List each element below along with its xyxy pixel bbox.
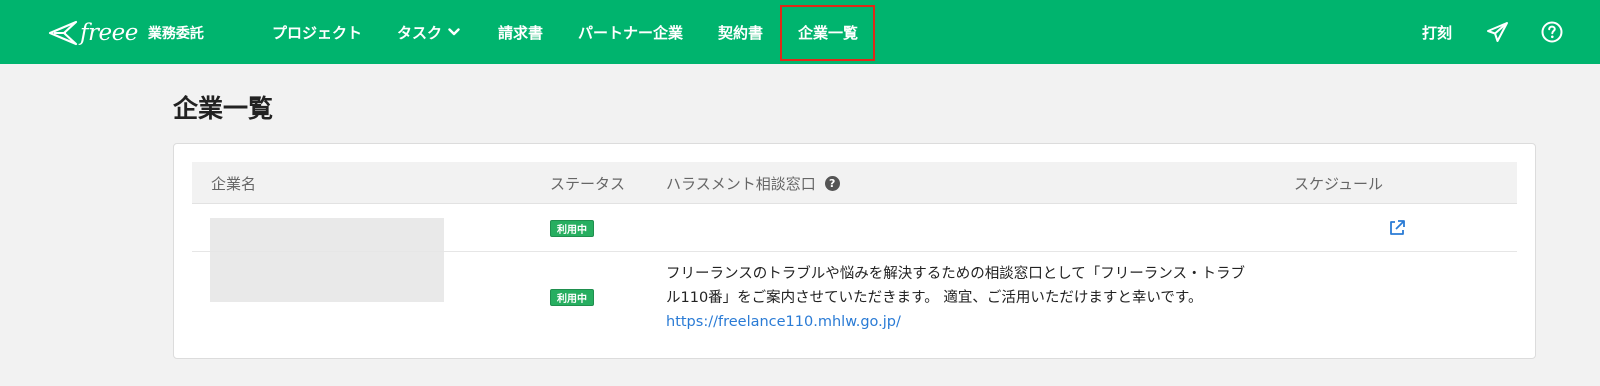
companies-table-card: 企業名 ステータス ハラスメント相談窓口 ? スケジュール 利用中 利用中 フリ… — [173, 143, 1536, 359]
status-badge: 利用中 — [550, 289, 594, 306]
column-header-company: 企業名 — [211, 174, 257, 193]
question-circle-icon — [1541, 21, 1563, 43]
paper-plane-icon — [1487, 22, 1508, 42]
nav-item-partners[interactable]: パートナー企業 — [578, 0, 683, 64]
active-nav-highlight — [780, 5, 875, 61]
page-title: 企業一覧 — [173, 94, 274, 123]
nav-item-tasks[interactable]: タスク — [397, 0, 460, 64]
nav-item-label: プロジェクト — [272, 23, 363, 42]
column-header-schedule: スケジュール — [1294, 174, 1383, 193]
top-navigation-bar: freee 業務委託 プロジェクト タスク 請求書 パートナー企業 契約書 企業… — [0, 0, 1600, 64]
nav-item-label: タスク — [397, 23, 443, 42]
chevron-down-icon — [448, 28, 460, 36]
external-link-icon[interactable] — [1387, 218, 1407, 238]
nav-item-invoices[interactable]: 請求書 — [498, 0, 543, 64]
column-header-status: ステータス — [550, 174, 626, 193]
help-button[interactable] — [1540, 0, 1564, 64]
column-header-harassment: ハラスメント相談窓口 ? — [666, 162, 840, 204]
send-button[interactable] — [1486, 0, 1510, 64]
question-circle-icon[interactable]: ? — [824, 175, 840, 191]
harassment-consultation-text: フリーランスのトラブルや悩みを解決するための相談窓口として「フリーランス・トラブ… — [666, 262, 1286, 334]
punch-clock-label: 打刻 — [1422, 23, 1453, 42]
nav-item-label: 請求書 — [498, 23, 544, 42]
nav-item-contracts[interactable]: 契約書 — [718, 0, 763, 64]
redacted-company-name — [210, 218, 444, 302]
table-header: 企業名 ステータス ハラスメント相談窓口 ? スケジュール — [192, 162, 1517, 204]
bird-logo-icon — [48, 20, 78, 46]
harassment-text-line: ル110番」をご案内させていただきます。 適宜、ご活用いただけますと幸いです。 — [666, 290, 1203, 306]
row-divider — [192, 251, 1517, 252]
nav-item-label: 契約書 — [718, 23, 764, 42]
freelance110-link[interactable]: https://freelance110.mhlw.go.jp/ — [666, 310, 1286, 334]
product-name: 業務委託 — [147, 26, 204, 42]
column-header-harassment-label: ハラスメント相談窓口 — [666, 174, 816, 193]
freee-logo[interactable]: freee 業務委託 — [48, 16, 204, 50]
nav-item-label: パートナー企業 — [578, 23, 684, 42]
nav-item-projects[interactable]: プロジェクト — [272, 0, 362, 64]
logo-wordmark: freee — [80, 20, 138, 46]
status-badge: 利用中 — [550, 220, 594, 237]
harassment-text-line: フリーランスのトラブルや悩みを解決するための相談窓口として「フリーランス・トラブ — [666, 266, 1245, 282]
punch-clock-button[interactable]: 打刻 — [1422, 0, 1452, 64]
